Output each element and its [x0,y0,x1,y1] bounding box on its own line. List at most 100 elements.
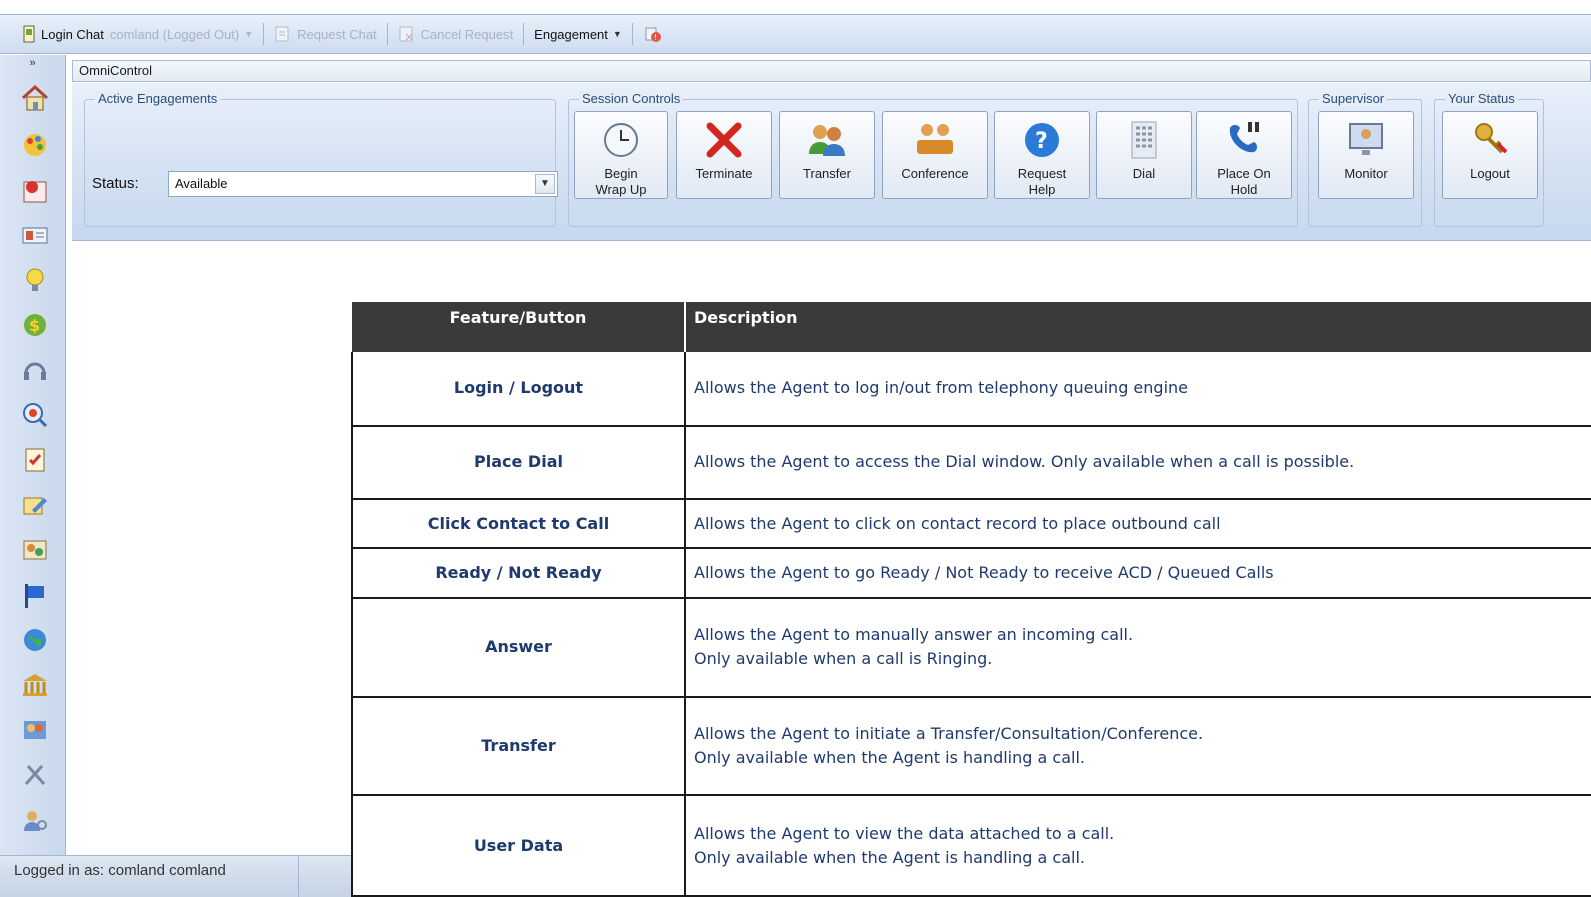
header-description: Description [685,302,1591,352]
home-icon[interactable] [20,83,50,113]
table-row: Click Contact to Call Allows the Agent t… [351,499,1591,550]
chevron-down-icon: ▼ [612,29,622,39]
login-chat-label: Login Chat [41,26,104,42]
top-toolbar: Login Chat comland (Logged Out) ▼ Reques… [0,14,1591,54]
user-dropdown[interactable]: comland (Logged Out) ▼ [110,27,253,42]
feature-cell: Ready / Not Ready [351,548,686,599]
your-status-legend: Your Status [1445,91,1518,106]
bank-icon[interactable] [20,670,50,700]
cancel-request-button[interactable]: Cancel Request [398,25,514,43]
monitor-icon [1349,123,1383,155]
supervisor-legend: Supervisor [1319,91,1388,106]
login-chat-button[interactable]: Login Chat [22,25,104,43]
feature-cell: Login / Logout [351,352,686,427]
omnicontrol-panel: Active Engagements Status: Available ▼ S… [72,83,1591,241]
table-row: Answer Allows the Agent to manually answ… [351,597,1591,698]
omnicontrol-title: OmniControl [72,60,1591,82]
feature-cell: Click Contact to Call [351,499,686,550]
palette-icon[interactable] [20,130,50,160]
svg-text:$: $ [29,316,40,335]
search-globe-icon[interactable] [20,400,50,430]
users-icon[interactable] [20,535,50,565]
svg-text:?: ? [1035,129,1048,154]
engagement-label: Engagement [534,26,608,42]
money-icon[interactable]: $ [20,310,50,340]
conference-icon [917,124,953,154]
description-line: Allows the Agent to access the Dial wind… [694,452,1355,472]
conference-label: Conference [901,166,969,181]
description-line: Allows the Agent to log in/out from tele… [694,378,1188,398]
description-cell: Allows the Agent to go Ready / Not Ready… [685,548,1591,599]
active-engagements-legend: Active Engagements [95,91,221,106]
terminate-x-icon [706,122,742,158]
status-select[interactable]: Available ▼ [168,171,558,197]
place-on-hold-button[interactable]: Place On Hold [1196,111,1292,199]
begin-wrap-up-button[interactable]: Begin Wrap Up [574,111,668,199]
description-cell: Allows the Agent to log in/out from tele… [685,352,1591,427]
contact-card-icon[interactable] [20,176,50,206]
cancel-request-label: Cancel Request [420,26,514,42]
description-line: Allows the Agent to go Ready / Not Ready… [694,563,1274,583]
description-line: Allows the Agent to manually answer an i… [694,625,1134,645]
id-card-icon[interactable] [20,220,50,250]
tools-icon[interactable] [20,760,50,790]
begin-wrap-up-label-2: Wrap Up [595,182,647,197]
feature-cell: Answer [351,597,686,698]
table-row: Ready / Not Ready Allows the Agent to go… [351,548,1591,599]
headset-icon[interactable] [20,355,50,385]
description-line: Only available when the Agent is handlin… [694,847,1085,867]
dial-label: Dial [1132,166,1156,181]
svg-text:!: ! [654,33,657,42]
monitor-button[interactable]: Monitor [1318,111,1414,199]
globe-icon[interactable] [20,625,50,655]
request-chat-label: Request Chat [297,26,377,42]
logged-in-as-text: Logged in as: comland comland [14,862,226,879]
description-cell: Allows the Agent to manually answer an i… [685,597,1591,698]
transfer-users-icon [809,125,845,156]
logout-label: Logout [1470,166,1510,181]
active-engagements-group: Active Engagements [84,91,556,227]
description-line: Only available when the Agent is handlin… [694,747,1085,767]
request-help-label-2: Help [1028,182,1056,197]
terminate-button[interactable]: Terminate [676,111,772,199]
expand-rail-button[interactable]: » [0,55,65,71]
chevron-down-icon[interactable]: ▼ [535,174,555,194]
engagement-menu[interactable]: Engagement ▼ [534,27,622,42]
conference-button[interactable]: Conference [882,111,988,199]
table-row: User Data Allows the Agent to view the d… [351,795,1591,897]
phone-hold-icon [1229,122,1259,153]
status-bar: Logged in as: comland comland [0,855,351,897]
logout-button[interactable]: Logout [1442,111,1538,199]
description-cell: Allows the Agent to view the data attach… [685,795,1591,897]
description-cell: Allows the Agent to initiate a Transfer/… [685,696,1591,797]
left-nav-rail: » $ [0,55,66,855]
dialpad-icon [1131,121,1157,159]
feature-cell: Place Dial [351,425,686,501]
status-value: Available [175,176,228,191]
request-chat-button[interactable]: Request Chat [274,25,377,43]
flag-icon[interactable] [20,580,50,610]
description-line: Allows the Agent to initiate a Transfer/… [694,723,1204,743]
table-row: Login / Logout Allows the Agent to log i… [351,352,1591,427]
lightbulb-icon[interactable] [20,265,50,295]
request-help-button[interactable]: ? Request Help [994,111,1090,199]
feature-description-table: Feature/Button Description Login / Logou… [351,302,1591,897]
feature-cell: User Data [351,795,686,897]
description-cell: Allows the Agent to click on contact rec… [685,499,1591,550]
request-help-label-1: Request [1017,166,1067,181]
transfer-button[interactable]: Transfer [779,111,875,199]
checklist-icon[interactable] [20,445,50,475]
dial-button[interactable]: Dial [1096,111,1192,199]
contacts-group-icon[interactable] [20,715,50,745]
place-on-hold-label-1: Place On [1217,166,1271,181]
clock-icon [604,123,638,157]
description-line: Allows the Agent to view the data attach… [694,823,1115,843]
transfer-label: Transfer [803,166,851,181]
user-settings-icon[interactable] [20,805,50,835]
edit-document-icon[interactable] [20,490,50,520]
notification-button[interactable]: ! [643,24,663,44]
description-cell: Allows the Agent to access the Dial wind… [685,425,1591,501]
toolbar-divider [386,23,388,45]
table-header-row: Feature/Button Description [352,302,1591,352]
table-row: Transfer Allows the Agent to initiate a … [351,696,1591,797]
